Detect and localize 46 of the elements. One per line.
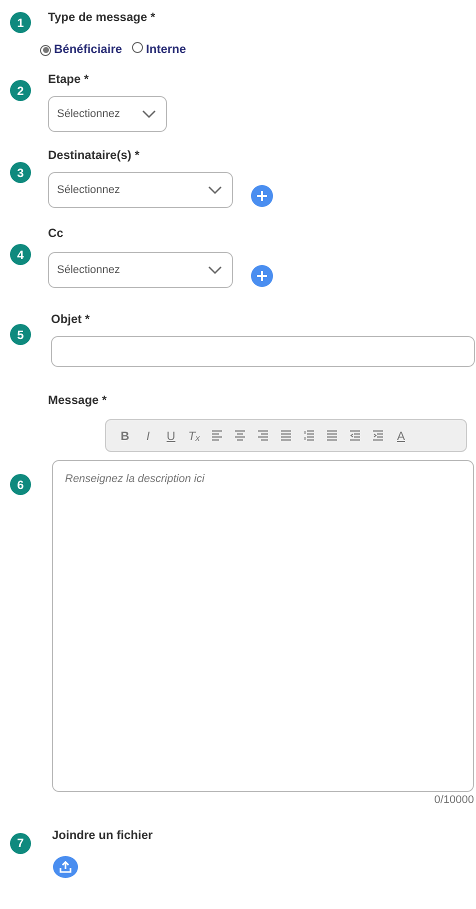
text-color-button[interactable]: A bbox=[394, 428, 408, 444]
italic-button[interactable]: I bbox=[141, 428, 155, 444]
add-button[interactable] bbox=[251, 265, 273, 287]
plus-icon bbox=[257, 271, 267, 281]
field-label: Joindre un fichier bbox=[52, 826, 154, 844]
clear-format-button[interactable]: T$_{x}$ bbox=[187, 428, 201, 444]
field-label: Message * bbox=[48, 392, 108, 409]
ordered-list-button[interactable] bbox=[302, 428, 316, 444]
field-label: Objet * bbox=[51, 311, 91, 328]
step-number: 3 bbox=[10, 162, 31, 183]
text-field[interactable] bbox=[51, 336, 475, 367]
radio-button[interactable] bbox=[40, 44, 51, 56]
step-number: 6 bbox=[10, 474, 31, 495]
add-button[interactable] bbox=[251, 185, 273, 207]
step-number: 1 bbox=[10, 12, 31, 33]
radio-label: Interne bbox=[146, 41, 186, 58]
underline-button[interactable]: U bbox=[164, 428, 178, 444]
field-label: Type de message * bbox=[48, 9, 156, 26]
field-label: Destinataire(s) * bbox=[48, 147, 140, 164]
align-center-button[interactable] bbox=[233, 428, 247, 444]
bold-button[interactable]: B bbox=[118, 428, 132, 444]
chevron-down-icon bbox=[208, 266, 222, 274]
upload-icon bbox=[59, 860, 72, 872]
message-textarea[interactable]: Renseignez la description ici bbox=[52, 460, 474, 792]
step-number: 7 bbox=[10, 832, 31, 854]
radio-button[interactable] bbox=[132, 42, 144, 53]
field-label: Cc bbox=[48, 225, 64, 242]
step-number: 2 bbox=[10, 80, 31, 101]
step-number: 5 bbox=[10, 324, 31, 345]
select-field[interactable]: Sélectionnez bbox=[48, 252, 233, 288]
justify-button[interactable] bbox=[279, 428, 293, 444]
field-label: Etape * bbox=[48, 71, 90, 88]
character-counter: 0/10000 bbox=[433, 793, 474, 808]
radio-label: Bénéficiaire bbox=[54, 41, 122, 58]
upload-button[interactable] bbox=[53, 856, 78, 878]
outdent-button[interactable] bbox=[348, 428, 362, 444]
align-right-button[interactable] bbox=[256, 428, 270, 444]
select-field[interactable]: Sélectionnez bbox=[48, 172, 233, 208]
chevron-down-icon bbox=[142, 110, 156, 118]
bullet-list-button[interactable] bbox=[325, 428, 339, 444]
plus-icon bbox=[257, 191, 267, 201]
chevron-down-icon bbox=[208, 186, 222, 194]
step-number: 4 bbox=[10, 244, 31, 265]
select-field[interactable]: Sélectionnez bbox=[48, 96, 167, 132]
indent-button[interactable] bbox=[371, 428, 385, 444]
align-left-button[interactable] bbox=[210, 428, 224, 444]
